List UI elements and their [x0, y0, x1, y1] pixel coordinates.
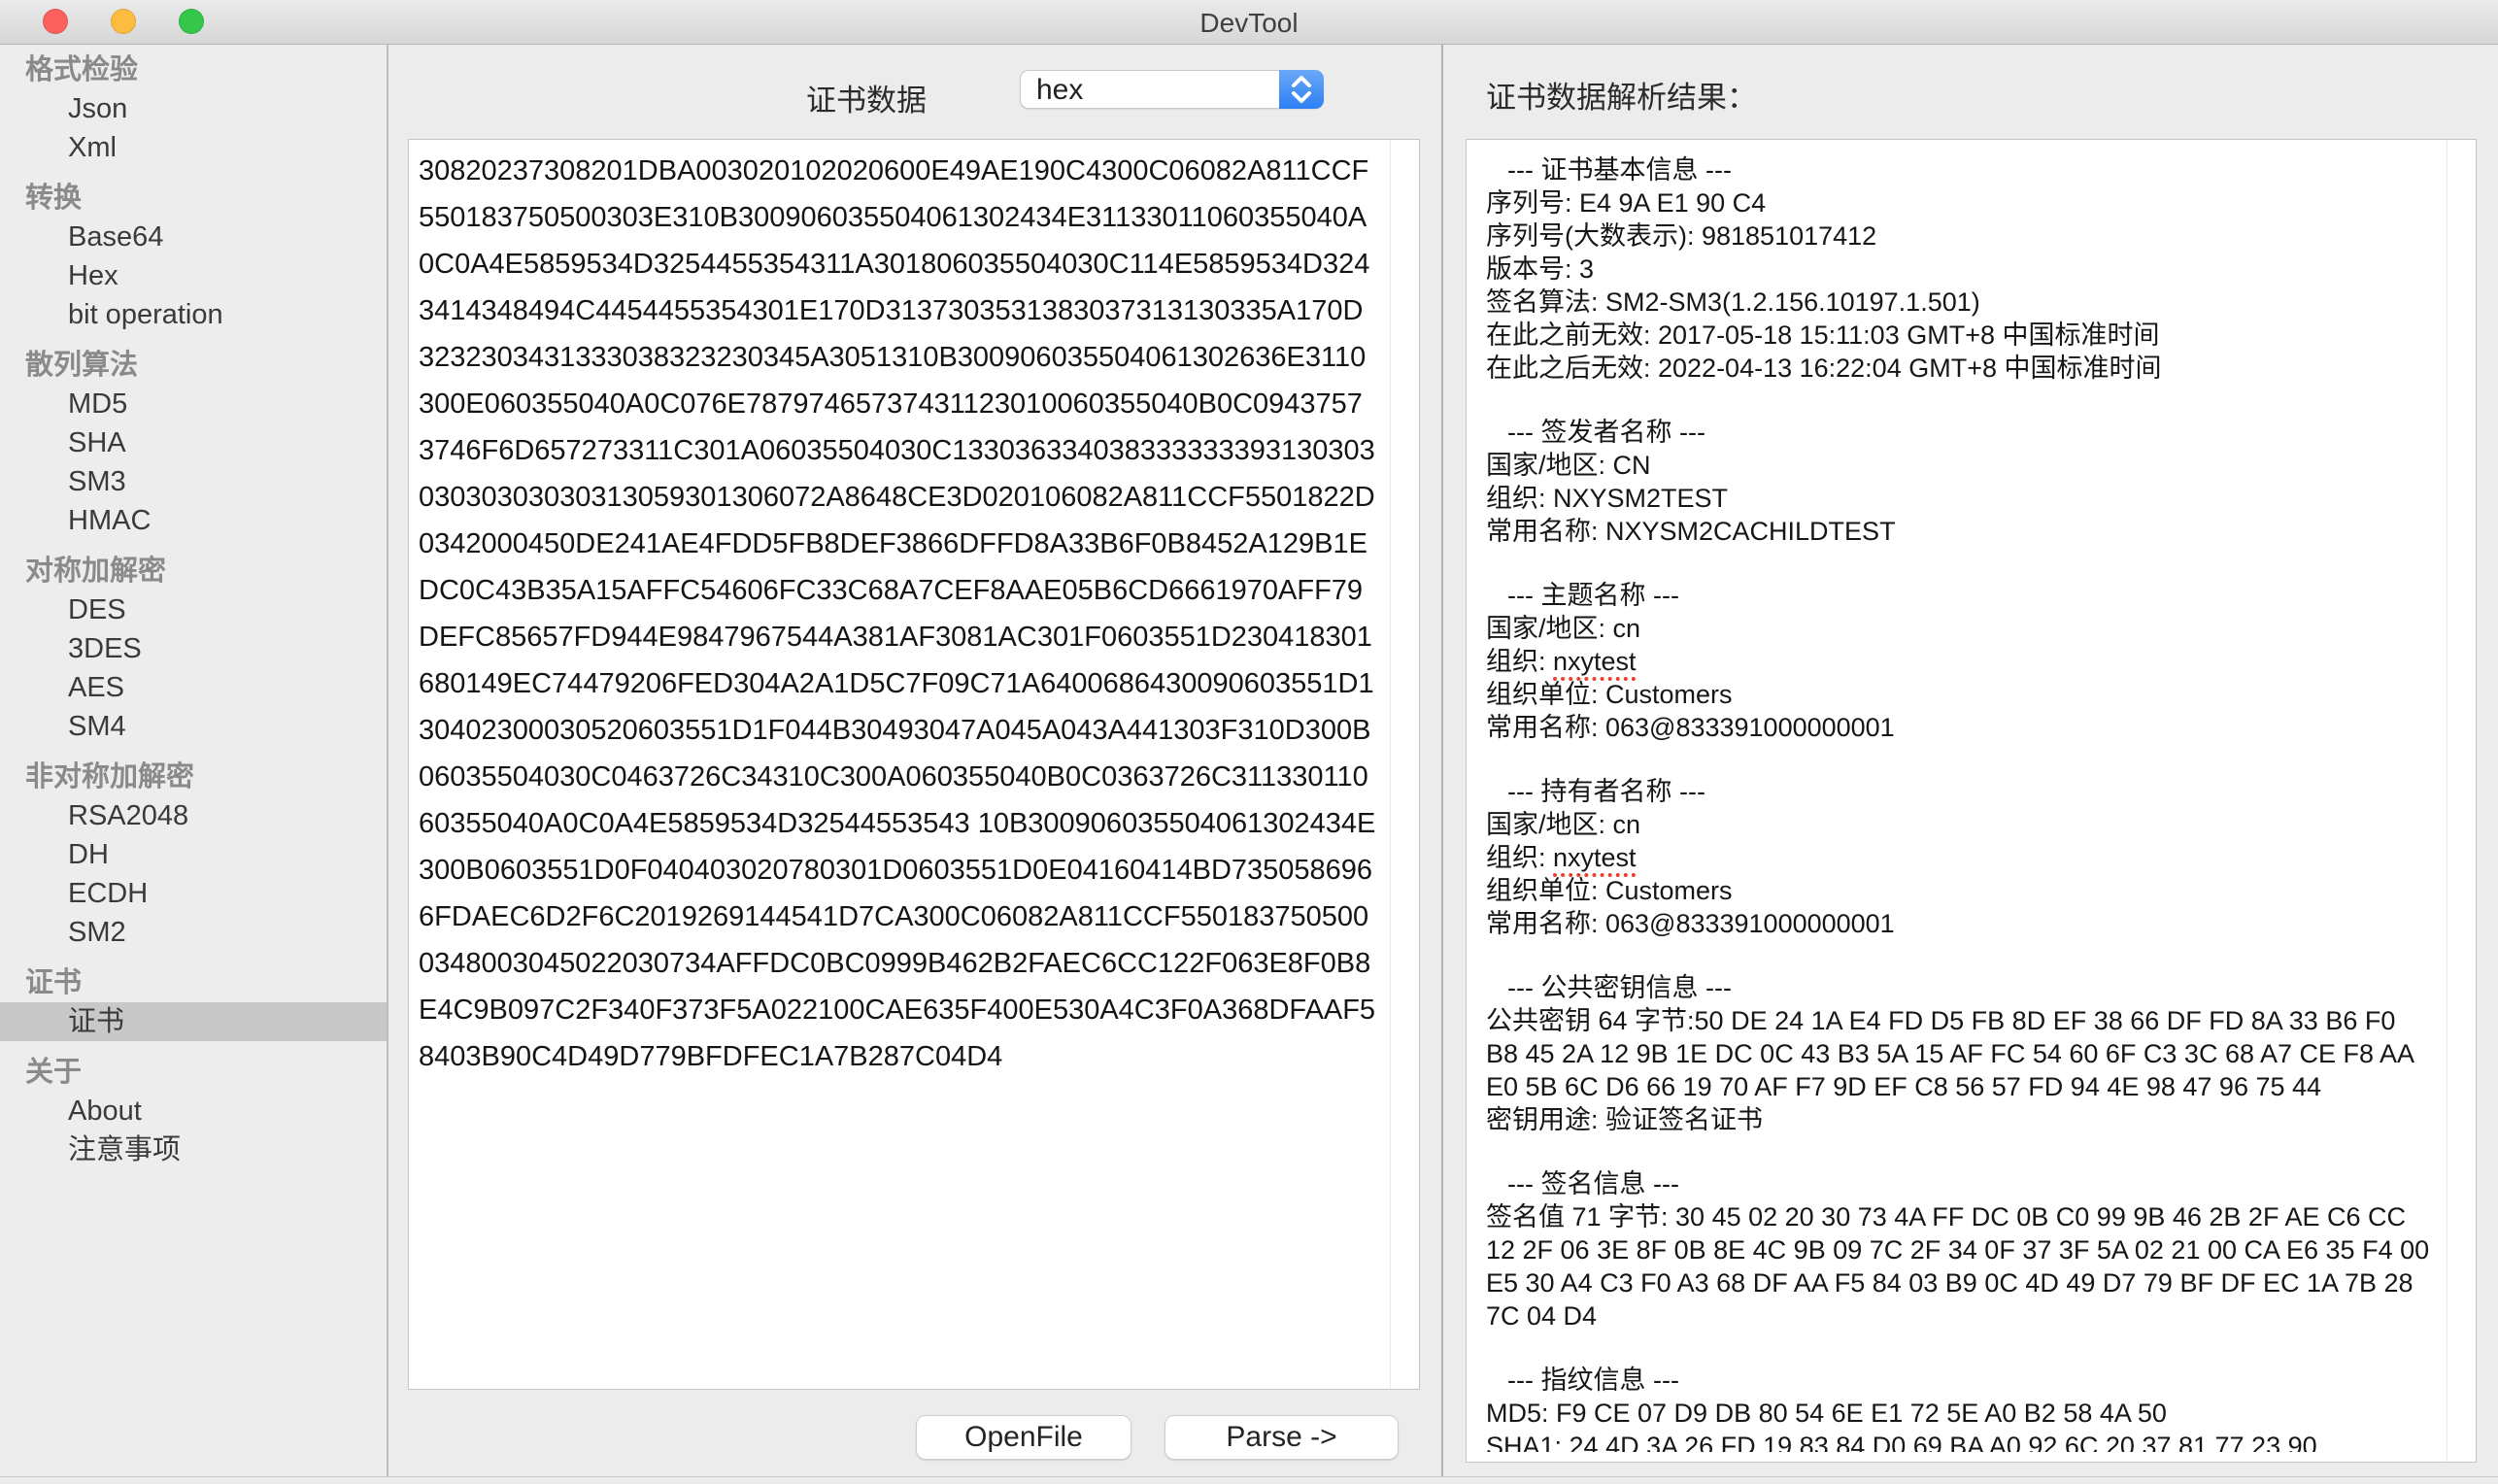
sidebar-item-notes[interactable]: 注意事项 — [0, 1130, 387, 1169]
result-section-heading: --- 证书基本信息 --- — [1486, 153, 2433, 186]
result-section-public-key: --- 公共密钥信息 --- 公共密钥 64 字节:50 DE 24 1A E4… — [1486, 971, 2433, 1136]
sidebar-item-aes[interactable]: AES — [0, 668, 387, 707]
window-bottom-edge — [0, 1476, 2498, 1484]
sidebar-item-xml[interactable]: Xml — [0, 128, 387, 167]
result-line: 版本号: 3 — [1486, 253, 2433, 286]
certificate-hex-textarea[interactable]: 30820237308201DBA003020102020600E49AE190… — [408, 139, 1420, 1390]
parse-result-view: --- 证书基本信息 --- 序列号: E4 9A E1 90 C4 序列号(大… — [1466, 139, 2477, 1463]
result-line: 国家/地区: cn — [1486, 808, 2433, 841]
parse-result-content: --- 证书基本信息 --- 序列号: E4 9A E1 90 C4 序列号(大… — [1486, 153, 2433, 1452]
sidebar-section-asymmetric: 非对称加解密 RSA2048 DH ECDH SM2 — [0, 758, 387, 952]
sidebar-section-symmetric: 对称加解密 DES 3DES AES SM4 — [0, 552, 387, 746]
sidebar-item-base64[interactable]: Base64 — [0, 218, 387, 256]
sidebar-section-format-check: 格式检验 Json Xml — [0, 51, 387, 167]
sidebar-item-about[interactable]: About — [0, 1092, 387, 1130]
sidebar-section-convert: 转换 Base64 Hex bit operation — [0, 179, 387, 334]
sidebar-item-hmac[interactable]: HMAC — [0, 501, 387, 540]
sidebar-item-sm3[interactable]: SM3 — [0, 462, 387, 501]
sidebar-item-json[interactable]: Json — [0, 89, 387, 128]
result-section-basic-info: --- 证书基本信息 --- 序列号: E4 9A E1 90 C4 序列号(大… — [1486, 153, 2433, 385]
result-line: 国家/地区: CN — [1486, 449, 2433, 482]
sidebar-section-header: 格式检验 — [0, 51, 387, 89]
titlebar[interactable]: DevTool — [0, 0, 2498, 45]
window-title: DevTool — [0, 8, 2498, 39]
format-select-value: hex — [1036, 73, 1083, 108]
result-line: 在此之后无效: 2022-04-13 16:22:04 GMT+8 中国标准时间 — [1486, 352, 2433, 385]
result-section-signature: --- 签名信息 --- 签名值 71 字节: 30 45 02 20 30 7… — [1486, 1167, 2433, 1332]
sidebar-item-sha[interactable]: SHA — [0, 423, 387, 462]
sidebar-item-rsa2048[interactable]: RSA2048 — [0, 796, 387, 835]
sidebar-section-header: 关于 — [0, 1053, 387, 1092]
result-line: 常用名称: 063@833391000000001 — [1486, 711, 2433, 744]
sidebar: 格式检验 Json Xml 转换 Base64 Hex bit operatio… — [0, 45, 388, 1476]
misspelled-word: nxytest — [1553, 647, 1637, 676]
chevron-updown-icon — [1279, 70, 1324, 109]
result-section-heading: --- 公共密钥信息 --- — [1486, 971, 2433, 1004]
result-line: 国家/地区: cn — [1486, 612, 2433, 645]
sidebar-item-md5[interactable]: MD5 — [0, 385, 387, 423]
certificate-data-label: 证书数据 — [806, 76, 927, 119]
result-line: 常用名称: NXYSM2CACHILDTEST — [1486, 515, 2433, 548]
sidebar-item-hex[interactable]: Hex — [0, 256, 387, 295]
certificate-hex-text[interactable]: 30820237308201DBA003020102020600E49AE190… — [419, 148, 1378, 1381]
sidebar-section-header: 对称加解密 — [0, 552, 387, 590]
scrollbar-track[interactable] — [2447, 140, 2476, 1462]
result-line-label: 组织: — [1486, 843, 1553, 872]
sidebar-section-hash: 散列算法 MD5 SHA SM3 HMAC — [0, 346, 387, 540]
result-line: MD5: F9 CE 07 D9 DB 80 54 6E E1 72 5E A0… — [1486, 1397, 2433, 1430]
result-section-heading: --- 签发者名称 --- — [1486, 416, 2433, 449]
result-line: 序列号: E4 9A E1 90 C4 — [1486, 186, 2433, 219]
app-window: DevTool 格式检验 Json Xml 转换 Base64 Hex bit … — [0, 0, 2498, 1484]
format-select[interactable]: hex — [1020, 70, 1324, 109]
sidebar-item-des[interactable]: DES — [0, 590, 387, 629]
panel-divider — [1441, 45, 1443, 1476]
sidebar-item-sm2[interactable]: SM2 — [0, 913, 387, 952]
result-line: 组织单位: Customers — [1486, 874, 2433, 907]
result-section-heading: --- 主题名称 --- — [1486, 579, 2433, 612]
result-title: 证书数据解析结果： — [1486, 73, 1757, 117]
result-section-heading: --- 持有者名称 --- — [1486, 775, 2433, 808]
result-section-heading: --- 签名信息 --- — [1486, 1167, 2433, 1200]
sidebar-item-bit-operation[interactable]: bit operation — [0, 295, 387, 334]
result-line: 签名算法: SM2-SM3(1.2.156.10197.1.501) — [1486, 286, 2433, 319]
result-line-label: 组织: — [1486, 647, 1553, 676]
result-line: 序列号(大数表示): 981851017412 — [1486, 219, 2433, 253]
parse-button[interactable]: Parse -> — [1165, 1415, 1399, 1460]
scrollbar-track[interactable] — [1390, 140, 1419, 1389]
sidebar-section-certificate: 证书 证书 — [0, 963, 387, 1041]
sidebar-section-header: 转换 — [0, 179, 387, 218]
result-line: 组织: nxytest — [1486, 841, 2433, 874]
result-line: 在此之前无效: 2017-05-18 15:11:03 GMT+8 中国标准时间 — [1486, 319, 2433, 352]
sidebar-section-header: 散列算法 — [0, 346, 387, 385]
sidebar-item-ecdh[interactable]: ECDH — [0, 874, 387, 913]
result-line: 签名值 71 字节: 30 45 02 20 30 73 4A FF DC 0B… — [1486, 1200, 2433, 1332]
result-line: 组织: nxytest — [1486, 645, 2433, 678]
sidebar-section-about: 关于 About 注意事项 — [0, 1053, 387, 1169]
result-line: 常用名称: 063@833391000000001 — [1486, 907, 2433, 940]
sidebar-item-3des[interactable]: 3DES — [0, 629, 387, 668]
open-file-button[interactable]: OpenFile — [916, 1415, 1131, 1460]
sidebar-item-dh[interactable]: DH — [0, 835, 387, 874]
result-section-holder: --- 持有者名称 --- 国家/地区: cn 组织: nxytest 组织单位… — [1486, 775, 2433, 940]
result-section-heading: --- 指纹信息 --- — [1486, 1364, 2433, 1397]
sidebar-section-header: 非对称加解密 — [0, 758, 387, 796]
result-line: 公共密钥 64 字节:50 DE 24 1A E4 FD D5 FB 8D EF… — [1486, 1004, 2433, 1103]
result-line: SHA1: 24 4D 3A 26 FD 19 83 84 D0 69 BA A… — [1486, 1430, 2433, 1452]
misspelled-word: nxytest — [1553, 843, 1637, 872]
result-line: 组织: NXYSM2TEST — [1486, 482, 2433, 515]
result-section-issuer: --- 签发者名称 --- 国家/地区: CN 组织: NXYSM2TEST 常… — [1486, 416, 2433, 548]
result-line: 组织单位: Customers — [1486, 678, 2433, 711]
result-section-subject: --- 主题名称 --- 国家/地区: cn 组织: nxytest 组织单位:… — [1486, 579, 2433, 744]
sidebar-item-certificate[interactable]: 证书 — [0, 1002, 387, 1041]
sidebar-item-sm4[interactable]: SM4 — [0, 707, 387, 746]
sidebar-section-header: 证书 — [0, 963, 387, 1002]
result-section-fingerprint: --- 指纹信息 --- MD5: F9 CE 07 D9 DB 80 54 6… — [1486, 1364, 2433, 1452]
result-line: 密钥用途: 验证签名证书 — [1486, 1103, 2433, 1136]
